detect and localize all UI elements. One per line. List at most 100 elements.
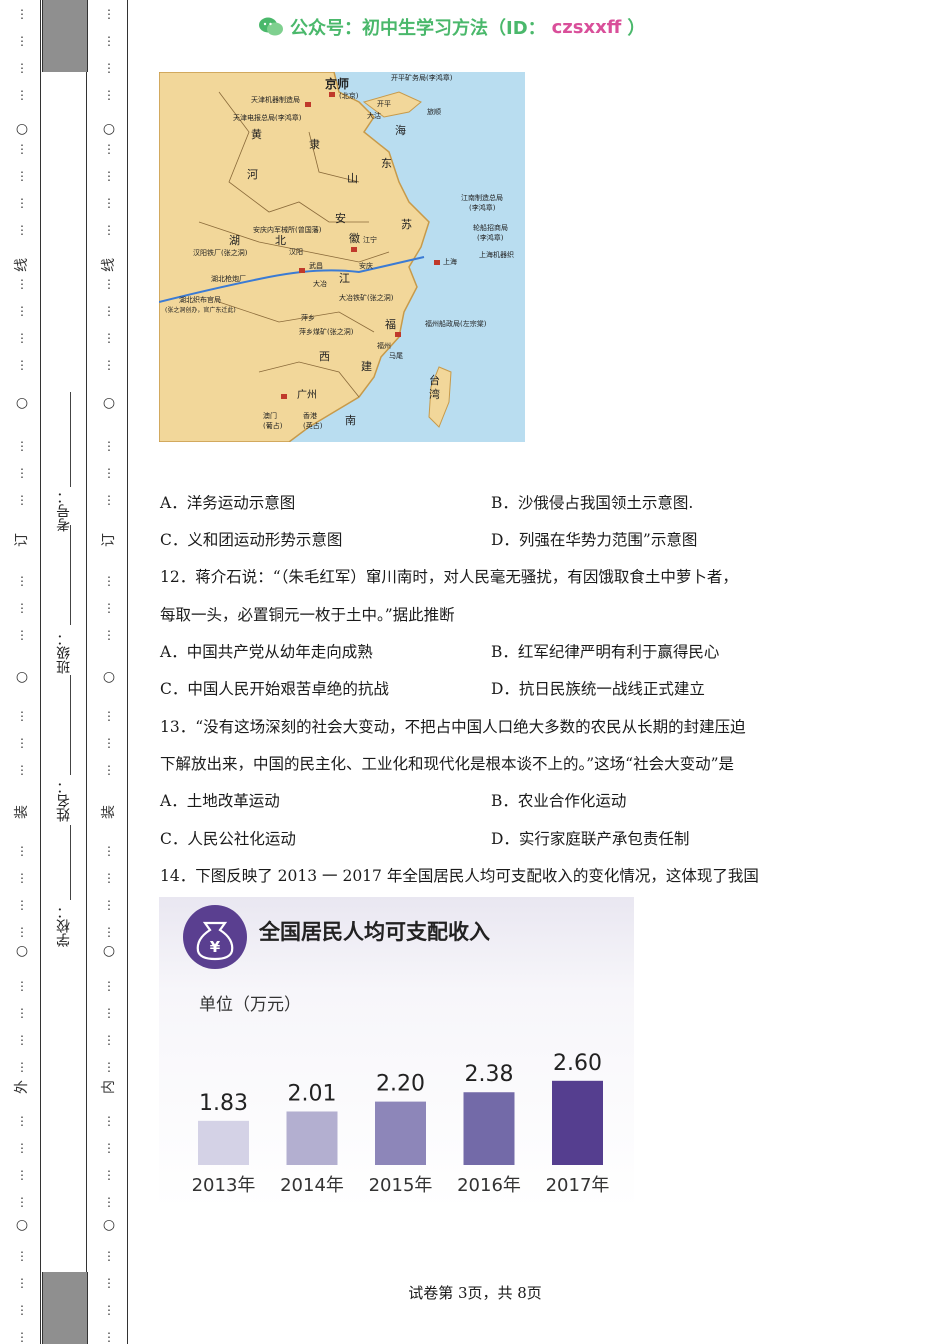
- margin-dots: ⋮: [16, 1060, 28, 1074]
- margin-mark: 装: [101, 805, 117, 819]
- map-label: 天津电报总局(李鸿章): [233, 113, 302, 122]
- x-tick-label: 2015年: [369, 1175, 433, 1196]
- binding-margin: ⋮ ⋮ ⋮ ⋮ ⋮ ⋮ ⋮ ⋮ ⋮ ⋮ ⋮ ⋮ ⋮ ⋮ ⋮ ⋮ ⋮ ⋮ ⋮ ⋮ ⋮ ⋮ ⋮ ⋮ ⋮ ⋮ ⋮ ⋮ ⋮ ⋮ ⋮ ⋮ ⋮ ⋮ ⋮ ⋮ ⋮ ○ ○ ○…: [0, 0, 128, 1344]
- bar-value-label: 2.01: [288, 1081, 337, 1106]
- name-label: 姓名：: [56, 780, 72, 822]
- margin-dots: ⋮: [16, 601, 28, 615]
- map-label: 湾: [429, 387, 440, 401]
- margin-dots: ⋮: [103, 1060, 115, 1074]
- watermark-id: czsxxff: [551, 16, 622, 38]
- q13-stem-line2: 下解放出来，中国的民主化、工业化和现代化是根本谈不上的。”这场“社会大变动”是: [160, 755, 735, 773]
- margin-dots: ⋮: [16, 142, 28, 156]
- class-label: 班级：: [56, 632, 72, 674]
- q13-option-b: B．农业合作化运动: [491, 792, 627, 810]
- margin-dots: ⋮: [103, 61, 115, 75]
- map-label: 湖北织布官局: [179, 295, 221, 304]
- q13-option-c: C．人民公社化运动: [160, 830, 296, 848]
- class-blank: [70, 525, 71, 625]
- margin-dots: ⋮: [103, 358, 115, 372]
- map-label: (英占): [303, 421, 323, 430]
- margin-dots: ⋮: [103, 466, 115, 480]
- map-marker: [299, 268, 305, 273]
- map-label: 南: [345, 414, 356, 427]
- map-label: 开平矿务局(李鸿章): [391, 73, 453, 82]
- map-label: 大沽: [367, 111, 381, 120]
- margin-dots: ⋮: [16, 1033, 28, 1047]
- margin-circle: ○: [15, 943, 29, 959]
- inner-cut-line: ⋮ ⋮ ⋮ ⋮ ⋮ ⋮ ⋮ ⋮ ⋮ ⋮ ⋮ ⋮ ⋮ ⋮ ⋮ ⋮ ⋮ ⋮ ⋮ ⋮ ⋮ ⋮ ⋮ ⋮ ⋮ ⋮ ⋮ ⋮ ⋮ ⋮ ⋮ ⋮ ⋮ ⋮ ⋮ ⋮ ⋮ ○ ○ ○…: [101, 0, 117, 1344]
- margin-dots: ⋮: [103, 1249, 115, 1263]
- map-label: 安: [335, 211, 346, 225]
- bar-value-label: 2.38: [465, 1062, 514, 1087]
- map-label: (李鸿章): [469, 203, 496, 212]
- margin-rule: [86, 0, 87, 1344]
- margin-dots: ⋮: [16, 628, 28, 642]
- margin-dots: ⋮: [103, 1033, 115, 1047]
- margin-dots: ⋮: [16, 1168, 28, 1182]
- margin-dots: ⋮: [103, 763, 115, 777]
- map-label: 黄: [251, 127, 262, 141]
- x-tick-label: 2016年: [457, 1175, 521, 1196]
- margin-dots: ⋮: [16, 439, 28, 453]
- map-label: 安庆: [359, 261, 373, 270]
- map-label: (张之洞创办，官广东迁此): [165, 306, 236, 314]
- margin-mark: 线: [14, 258, 30, 272]
- margin-dots: ⋮: [103, 736, 115, 750]
- margin-dots: ⋮: [103, 979, 115, 993]
- margin-dots: ⋮: [103, 1195, 115, 1209]
- income-bar-chart: ¥ 全国居民人均可支配收入 单位（万元） 1.83 2013年 2.01 2014年 2…: [159, 897, 634, 1210]
- margin-dots: ⋮: [16, 1114, 28, 1128]
- margin-mark: 外: [14, 1080, 30, 1094]
- map-label: 江: [339, 272, 350, 285]
- margin-dots: ⋮: [103, 331, 115, 345]
- map-label: 湖: [229, 234, 240, 247]
- margin-dots: ⋮: [16, 1249, 28, 1263]
- yuan-symbol: ¥: [210, 938, 221, 956]
- map-marker: [351, 247, 357, 252]
- bar-2017年: [552, 1080, 603, 1165]
- margin-dots: ⋮: [16, 277, 28, 291]
- map-label: 徽: [349, 231, 360, 245]
- margin-dots: ⋮: [16, 88, 28, 102]
- q12-stem-line1: 12．蒋介石说：“（朱毛红军）窜川南时，对人民毫无骚扰，有因饿取食土中萝卜者，: [160, 568, 738, 586]
- map-label: 福: [385, 317, 396, 331]
- map-marker: [329, 92, 335, 97]
- map-label: 武昌: [309, 261, 323, 270]
- bar-value-label: 2.60: [553, 1051, 602, 1076]
- map-label: 上海: [443, 257, 457, 266]
- margin-dots: ⋮: [103, 34, 115, 48]
- watermark-text: 公众号：初中生学习方法（ID：: [290, 18, 546, 39]
- margin-dots: ⋮: [103, 142, 115, 156]
- map-label: 台: [429, 373, 440, 387]
- margin-dots: ⋮: [103, 1141, 115, 1155]
- map-label: 上海机器织: [479, 250, 514, 259]
- bar-2016年: [463, 1092, 515, 1165]
- margin-dots: ⋮: [103, 1330, 115, 1344]
- margin-dots: ⋮: [16, 574, 28, 588]
- margin-dots: ⋮: [103, 304, 115, 318]
- map-label: 旅顺: [427, 107, 441, 116]
- q12-option-c: C．中国人民开始艰苦卓绝的抗战: [160, 680, 389, 698]
- map-label: (李鸿章): [477, 233, 504, 242]
- margin-circle: ○: [102, 121, 116, 137]
- margin-dots: ⋮: [16, 979, 28, 993]
- margin-dots: ⋮: [16, 898, 28, 912]
- margin-dots: ⋮: [103, 709, 115, 723]
- map-label: 河: [247, 168, 258, 181]
- map-label: 山: [347, 172, 358, 185]
- map-label: 建: [361, 359, 372, 373]
- margin-dots: ⋮: [16, 709, 28, 723]
- x-tick-label: 2014年: [280, 1175, 344, 1196]
- map-label: 汉阳: [289, 247, 303, 256]
- margin-mark: 装: [14, 805, 30, 819]
- margin-dots: ⋮: [16, 223, 28, 237]
- margin-dots: ⋮: [16, 1141, 28, 1155]
- map-label: 汉阳铁厂(张之洞): [193, 248, 248, 257]
- q11-option-b: B．沙俄侵占我国领土示意图.: [491, 494, 694, 512]
- map-label: 湖北枪炮厂: [211, 274, 246, 283]
- map-label: 江南制造总局: [461, 193, 503, 202]
- westernization-map: 京师 (北京) 开平矿务局(李鸿章) 天津机器制造局 天津电报总局(李鸿章) 大…: [159, 72, 525, 442]
- chart-unit-label: 单位（万元）: [199, 995, 301, 1015]
- map-label: 隶: [309, 137, 320, 151]
- margin-mark: 内: [101, 1080, 117, 1094]
